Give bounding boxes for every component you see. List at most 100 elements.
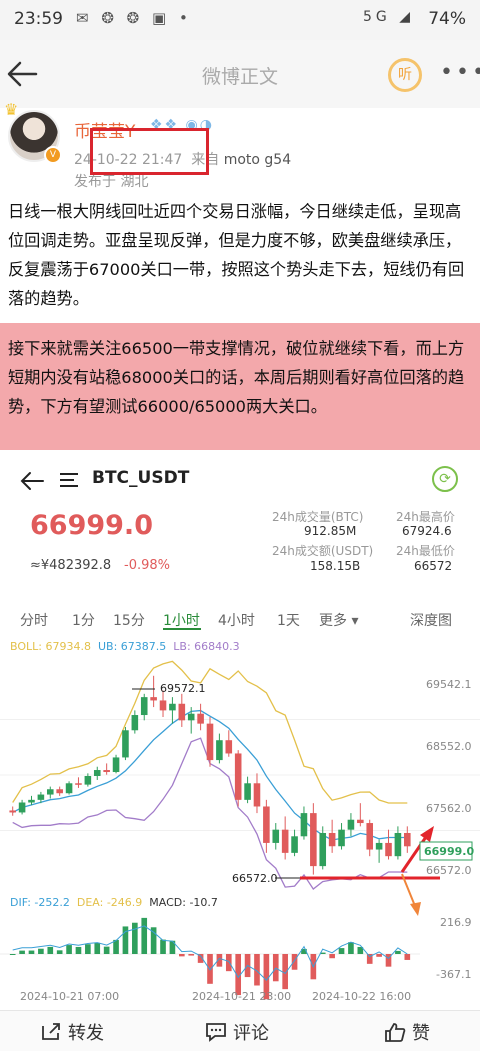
macd-bar	[160, 939, 166, 954]
cny-price: ≈¥482392.8	[30, 558, 112, 573]
macd-bar	[94, 942, 101, 954]
listen-button[interactable]: 听	[388, 58, 422, 92]
candle-body	[244, 783, 251, 800]
candle-body	[253, 783, 261, 807]
candle-body	[291, 836, 298, 853]
candle-body	[187, 713, 195, 721]
candle-body	[18, 802, 26, 813]
comment-label: 评论	[233, 1023, 269, 1044]
macd-bar	[404, 954, 411, 960]
candle-body	[9, 810, 16, 813]
stat-value: 66572	[414, 559, 453, 573]
like-label: 赞	[412, 1023, 430, 1044]
candle-body	[375, 842, 383, 850]
candle-body	[225, 740, 233, 754]
like-button[interactable]: 赞	[384, 1019, 430, 1045]
candle-body	[347, 819, 355, 830]
candle-body	[112, 757, 120, 773]
tab-15m: 15分	[113, 613, 145, 629]
x-tick: 2024-10-22 16:00	[312, 990, 411, 1003]
kline-chart: 69572.1 66572.0 66999.0 69542.1 68552.0 …	[0, 660, 480, 1003]
tab-time: 分时	[20, 613, 48, 629]
candle-body	[122, 730, 129, 758]
tab-4h: 4小时	[218, 613, 255, 629]
candle-body	[75, 783, 82, 785]
candle-body	[56, 789, 63, 794]
x-tick: 2024-10-21 23:00	[192, 990, 291, 1003]
stat-label: 24h成交额(USDT)	[272, 544, 374, 558]
notification-icons: ✉ ❂ ❂ ▣ •	[76, 9, 192, 27]
macd-bar	[103, 946, 110, 954]
candle-body	[28, 799, 35, 803]
dea-value: DEA: -246.9	[76, 896, 143, 909]
candle-body	[234, 753, 242, 800]
action-bar: 转发 评论 赞	[0, 1010, 480, 1051]
macd-bar	[132, 922, 138, 954]
candle-body	[197, 713, 204, 724]
candle-body	[206, 723, 214, 761]
macd-bar	[85, 944, 91, 954]
post-paragraph-1: 日线一根大阴线回吐近四个交易日涨幅，今日继续走低，呈现高位回调走势。亚盘呈现反弹…	[8, 202, 465, 308]
tab-1d: 1天	[277, 613, 300, 629]
comment-button[interactable]: 评论	[205, 1019, 269, 1045]
stat-value: 67924.6	[402, 524, 452, 538]
y-tick: 67562.0	[426, 802, 472, 815]
stat-value: 158.15B	[310, 559, 361, 573]
tab-more: 更多 ▾	[319, 613, 359, 629]
high-label: 69572.1	[160, 682, 206, 695]
post-image[interactable]: BTC_USDT ⟳ 66999.0 ≈¥482392.8 -0.98% 24h…	[0, 458, 480, 1010]
candle-body	[65, 783, 73, 794]
tab-depth: 深度图	[410, 613, 452, 629]
macd-bar	[47, 946, 54, 954]
macd-bar	[225, 954, 232, 972]
dif-value: DIF: -252.2	[10, 896, 70, 909]
boll-legend: BOLL: 67934.8 UB: 67387.5 LB: 66840.3	[10, 640, 240, 653]
candle-body	[338, 829, 345, 847]
lb-value: LB: 66840.3	[173, 640, 240, 653]
tab-1m: 1分	[72, 613, 95, 629]
macd-tick: 216.9	[440, 916, 472, 929]
macd-bar	[75, 946, 82, 954]
last-price: 66999.0	[30, 510, 153, 541]
battery-level: 74%	[428, 9, 466, 29]
candle-body	[300, 813, 308, 837]
price-change: -0.98%	[124, 558, 170, 573]
candle-body	[46, 789, 54, 795]
repost-icon	[42, 1023, 60, 1040]
highlight-box	[90, 128, 209, 175]
candle-body	[357, 819, 364, 824]
candle-body	[37, 794, 45, 800]
more-icon[interactable]: •••	[440, 60, 480, 85]
candle-body	[150, 697, 157, 701]
stat-label: 24h最高价	[396, 510, 455, 524]
candle-body	[319, 832, 327, 867]
macd-bar	[329, 954, 335, 959]
boll-value: BOLL: 67934.8	[10, 640, 91, 653]
macd-bar	[338, 948, 345, 954]
stat-label: 24h最低价	[396, 544, 455, 558]
status-bar: 23:59 ✉ ❂ ❂ ▣ • 5G ◢ 74%	[0, 0, 480, 40]
macd-tick: -367.1	[436, 968, 471, 981]
macd-legend: DIF: -252.2 DEA: -246.9 MACD: -10.7	[10, 896, 218, 909]
macd-bar	[19, 950, 25, 954]
candle-body	[281, 829, 289, 853]
x-tick: 2024-10-21 07:00	[20, 990, 119, 1003]
macd-bar	[376, 954, 382, 957]
y-tick: 69542.1	[426, 678, 472, 691]
low-label: 66572.0	[232, 872, 278, 885]
candle-body	[366, 823, 374, 850]
macd-bar	[188, 954, 195, 956]
stat-value: 912.85M	[304, 524, 357, 538]
network-icons: 5G ◢	[363, 9, 414, 25]
refresh-icon: ⟳	[432, 466, 458, 492]
status-time: 23:59	[14, 9, 63, 29]
active-tab-indicator	[163, 628, 201, 630]
macd-value: MACD: -10.7	[149, 896, 218, 909]
repost-button[interactable]: 转发	[40, 1019, 104, 1045]
macd-bar	[207, 954, 213, 984]
macd-bar	[56, 950, 63, 954]
candle-body	[131, 715, 139, 731]
macd-bar	[28, 950, 35, 954]
macd-bar	[141, 917, 148, 954]
macd-bar	[178, 954, 185, 957]
